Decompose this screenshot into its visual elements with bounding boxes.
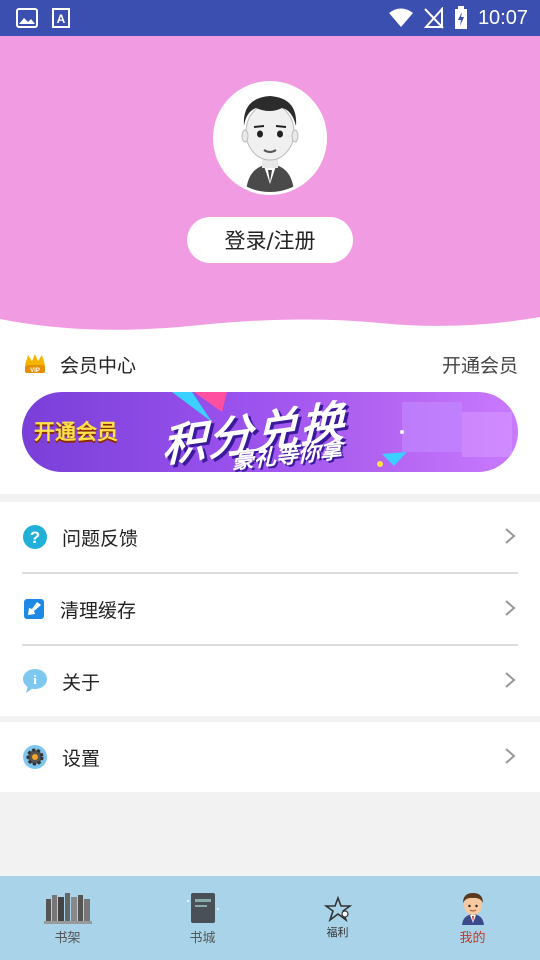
login-register-button[interactable]: 登录/注册 [187, 217, 353, 263]
menu-label-feedback: 问题反馈 [62, 527, 139, 550]
vip-center-label: 会员中心 [60, 354, 137, 377]
vip-section: VIP 会员中心 开通会员 开通会员 积分兑换 豪礼等你拿 [0, 336, 540, 494]
chevron-right-icon [505, 600, 516, 616]
svg-text:VIP: VIP [30, 368, 40, 374]
tab-label-bookshelf: 书架 [54, 930, 81, 946]
menu-item-about[interactable]: i 关于 [0, 646, 540, 716]
battery-charging-icon [454, 6, 467, 29]
menu-label-clear-cache: 清理缓存 [60, 599, 137, 622]
wifi-icon [388, 8, 413, 27]
chevron-right-icon [505, 672, 516, 688]
book-icon [186, 892, 219, 923]
banner-open-vip-text: 开通会员 [34, 420, 118, 444]
star-icon [323, 896, 352, 922]
avatar[interactable] [213, 81, 327, 195]
menu-group-settings: 设置 [0, 722, 540, 792]
menu-item-settings[interactable]: 设置 [0, 722, 540, 792]
menu-item-feedback[interactable]: ? 问题反馈 [0, 502, 540, 572]
tab-label-bookstore: 书城 [189, 930, 216, 946]
info-bubble-icon: i [23, 669, 47, 693]
bookshelf-icon [43, 892, 92, 924]
svg-text:i: i [33, 672, 37, 687]
clock: 10:07 [477, 6, 528, 29]
vip-crown-icon: VIP [25, 354, 45, 374]
tab-mine[interactable]: 我的 [405, 876, 540, 960]
tab-label-welfare: 福利 [326, 926, 349, 939]
vip-center-row[interactable]: VIP 会员中心 开通会员 [22, 348, 518, 380]
gear-icon [23, 745, 47, 769]
default-avatar-icon [216, 84, 324, 192]
chevron-right-icon [505, 748, 516, 764]
menu-label-about: 关于 [62, 671, 101, 694]
chevron-right-icon [505, 528, 516, 544]
gallery-notification-icon [16, 8, 38, 28]
menu-group-main: ? 问题反馈 清理缓存 i 关于 [0, 502, 540, 716]
question-icon: ? [23, 525, 47, 549]
menu-label-settings: 设置 [62, 747, 101, 770]
tab-label-mine: 我的 [459, 930, 486, 946]
font-notification-icon: A [52, 8, 70, 28]
header-wave [0, 317, 540, 337]
tab-bookshelf[interactable]: 书架 [0, 876, 135, 960]
bottom-nav: 书架 书城 福利 我的 [0, 876, 540, 960]
menu-item-clear-cache[interactable]: 清理缓存 [0, 574, 540, 644]
points-exchange-banner[interactable]: 开通会员 积分兑换 豪礼等你拿 [22, 392, 518, 472]
tab-bookstore[interactable]: 书城 [135, 876, 270, 960]
profile-header: 登录/注册 [0, 36, 540, 337]
open-vip-link[interactable]: 开通会员 [442, 351, 518, 378]
tab-welfare[interactable]: 福利 [270, 876, 405, 960]
no-signal-icon [423, 7, 444, 29]
status-bar: A 10:07 [0, 0, 540, 36]
profile-avatar-icon [461, 892, 484, 925]
broom-icon [24, 599, 44, 619]
svg-text:A: A [57, 12, 66, 26]
svg-text:?: ? [30, 528, 40, 547]
